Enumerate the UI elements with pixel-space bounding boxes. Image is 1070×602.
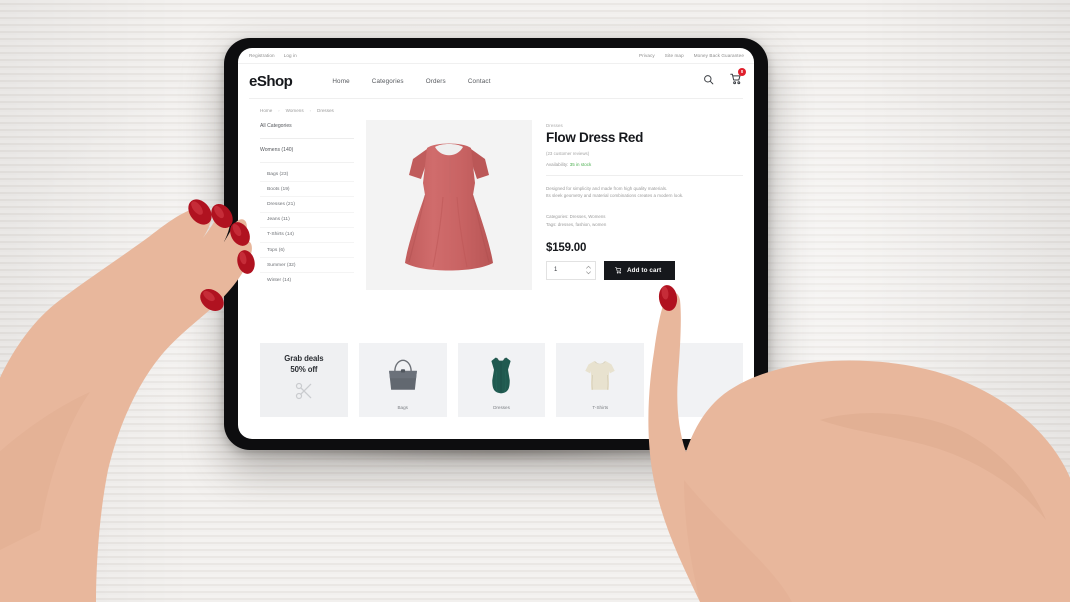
- promo-card-bags[interactable]: Bags: [358, 343, 447, 417]
- sitemap-link[interactable]: Site map: [665, 53, 684, 58]
- breadcrumb-home[interactable]: Home: [260, 108, 272, 113]
- sidebar-group-womens[interactable]: Womens (140): [260, 147, 354, 163]
- search-icon[interactable]: [703, 72, 714, 90]
- promo-card-tshirts[interactable]: T-Shirts: [556, 343, 645, 417]
- sidebar-item-winter[interactable]: Winter (14): [260, 273, 354, 287]
- promo-card-dresses[interactable]: Dresses: [457, 343, 546, 417]
- nav-home[interactable]: Home: [332, 78, 349, 85]
- product-description: Designed for simplicity and made from hi…: [546, 185, 743, 201]
- nav-categories[interactable]: Categories: [372, 78, 404, 85]
- promo-strip: Grab deals 50% off Bags Dresses T-Shirts: [260, 343, 743, 417]
- handbag-icon: [383, 357, 423, 398]
- quantity-value[interactable]: 1: [554, 267, 586, 273]
- tablet-device: Registration Log in Privacy Site map Mon…: [224, 38, 768, 450]
- scissors-icon: [294, 381, 314, 406]
- info-divider: [546, 174, 743, 176]
- description-line-2: Its sleek geometry and material combinat…: [546, 193, 684, 199]
- product-price: $159.00: [546, 241, 587, 254]
- login-link[interactable]: Log in: [284, 53, 297, 58]
- sidebar-item-boots[interactable]: Boots (19): [260, 182, 354, 198]
- chevron-up-icon: [586, 265, 591, 269]
- breadcrumb-separator-icon: ›: [278, 108, 280, 113]
- availability-value: 35 in stock: [569, 161, 592, 167]
- purchase-row: 1 Add to cart: [546, 260, 743, 280]
- product-availability: Availability: 35 in stock: [546, 162, 743, 167]
- breadcrumb-womens[interactable]: Womens: [286, 108, 304, 113]
- product-image[interactable]: [366, 120, 532, 290]
- promo-card-hidden[interactable]: [655, 343, 743, 417]
- sidebar-item-tshirts[interactable]: T-Shirts (14): [260, 228, 354, 243]
- site-header: eShop Home Categories Orders Contact 0: [238, 64, 754, 98]
- sidebar-item-dresses[interactable]: Dresses (21): [260, 197, 354, 213]
- product-info: Dresses Flow Dress Red (23 customer revi…: [532, 120, 743, 290]
- main-navigation: Home Categories Orders Contact: [332, 78, 490, 85]
- promo-card-deal[interactable]: Grab deals 50% off: [260, 343, 348, 417]
- money-back-guarantee-link[interactable]: Money Back Guarantee: [694, 53, 744, 58]
- cart-count-badge: 0: [738, 68, 746, 76]
- nav-contact[interactable]: Contact: [468, 78, 491, 85]
- product-tags: Tags: dresses, fashion, women: [546, 221, 607, 227]
- product-detail: Dresses Flow Dress Red (23 customer revi…: [354, 120, 743, 290]
- cart-button[interactable]: 0: [730, 68, 746, 90]
- topbar-left-links: Registration Log in: [249, 53, 297, 58]
- dress-icon: [485, 354, 517, 401]
- product-title: Flow Dress Red: [546, 130, 644, 145]
- header-actions: 0: [703, 68, 746, 90]
- breadcrumb-dresses[interactable]: Dresses: [317, 108, 334, 113]
- sidebar-item-tops[interactable]: Tops (6): [260, 243, 354, 259]
- red-flow-dress-photo: [405, 143, 493, 271]
- sidebar-item-jeans[interactable]: Jeans (11): [260, 213, 354, 228]
- deal-heading: Grab deals 50% off: [284, 354, 323, 375]
- utility-topbar: Registration Log in Privacy Site map Mon…: [238, 48, 754, 64]
- product-categories: Categories: Dresses, Womens: [546, 214, 606, 220]
- product-reviews-count[interactable]: (23 customer reviews): [546, 151, 743, 156]
- product-category-eyebrow: Dresses: [546, 123, 563, 128]
- registration-link[interactable]: Registration: [249, 53, 275, 58]
- sidebar-item-summer[interactable]: Summer (32): [260, 258, 354, 274]
- sidebar-item-all-categories[interactable]: All Categories: [260, 123, 354, 139]
- promo-card-label: Dresses: [493, 405, 510, 410]
- description-line-1: Designed for simplicity and made from hi…: [546, 185, 668, 191]
- page-content: All Categories Womens (140) Bags (23) Bo…: [238, 113, 754, 290]
- category-sidebar: All Categories Womens (140) Bags (23) Bo…: [260, 120, 354, 290]
- stepper-arrows[interactable]: [586, 265, 591, 275]
- breadcrumb: Home › Womens › Dresses: [238, 99, 754, 113]
- site-logo[interactable]: eShop: [249, 74, 293, 89]
- nav-orders[interactable]: Orders: [426, 78, 446, 85]
- promo-card-label: Bags: [397, 405, 408, 410]
- product-meta: Categories: Dresses, Womens Tags: dresse…: [546, 213, 743, 228]
- quantity-stepper[interactable]: 1: [546, 260, 596, 280]
- cart-icon: [615, 267, 622, 274]
- add-to-cart-button[interactable]: Add to cart: [604, 260, 675, 280]
- privacy-link[interactable]: Privacy: [639, 53, 655, 58]
- add-to-cart-label: Add to cart: [627, 266, 662, 274]
- deal-line-2: 50% off: [290, 365, 318, 374]
- sidebar-item-bags[interactable]: Bags (23): [260, 167, 354, 183]
- chevron-down-icon: [586, 271, 591, 275]
- tshirt-icon: [582, 356, 618, 399]
- breadcrumb-separator-icon: ›: [309, 108, 311, 113]
- promo-card-label: T-Shirts: [592, 405, 609, 410]
- deal-line-1: Grab deals: [284, 354, 324, 364]
- availability-label: Availability:: [546, 161, 569, 167]
- topbar-right-links: Privacy Site map Money Back Guarantee: [639, 53, 744, 58]
- tablet-screen: Registration Log in Privacy Site map Mon…: [238, 48, 754, 439]
